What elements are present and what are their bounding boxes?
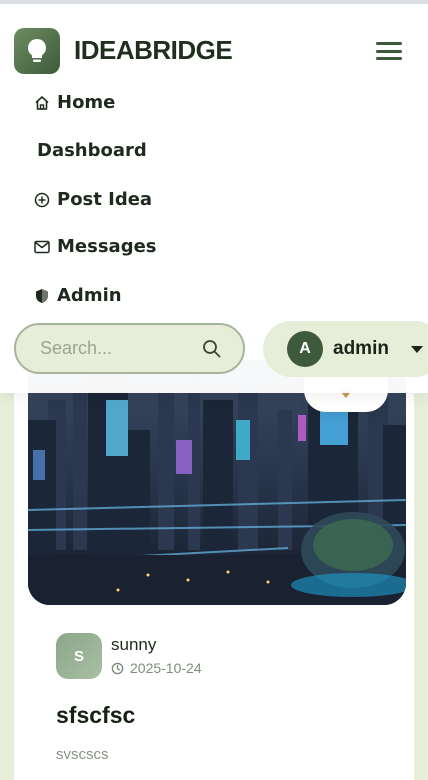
brand-logo[interactable] [14, 28, 60, 74]
brand-name[interactable]: IDEABRIDGE [74, 35, 233, 66]
hamburger-menu-icon[interactable] [376, 40, 402, 62]
post-date: 2025-10-24 [111, 660, 202, 676]
post-title[interactable]: sfscfsc [56, 702, 135, 729]
envelope-icon [33, 238, 51, 256]
nav-item-dashboard[interactable]: Dashboard [37, 140, 147, 161]
shield-icon [33, 287, 51, 305]
nav-item-post-idea[interactable]: Post Idea [33, 189, 152, 210]
post-date-text: 2025-10-24 [130, 660, 202, 676]
user-name: admin [333, 338, 389, 359]
search-input[interactable] [40, 338, 190, 359]
nav-item-label: Post Idea [57, 189, 153, 210]
home-icon [33, 94, 51, 112]
caret-down-icon [410, 345, 423, 353]
lightbulb-icon [28, 39, 46, 62]
post-description: svscscs [56, 746, 109, 763]
author-avatar: S [56, 633, 102, 679]
search-icon[interactable] [202, 339, 221, 358]
author-name[interactable]: sunny [111, 635, 156, 655]
user-menu-button[interactable]: A admin [263, 321, 428, 377]
nav-item-label: Messages [57, 236, 157, 257]
nav-item-admin[interactable]: Admin [33, 285, 122, 306]
search-box[interactable] [14, 323, 245, 374]
nav-item-messages[interactable]: Messages [33, 236, 157, 257]
nav-item-label: Home [57, 92, 116, 113]
nav-item-label: Admin [57, 285, 122, 306]
avatar: A [287, 331, 323, 367]
nav-item-label: Dashboard [37, 140, 147, 161]
nav-item-home[interactable]: Home [33, 92, 115, 113]
top-edge [0, 0, 428, 4]
clock-icon [111, 662, 124, 674]
plus-circle-icon [33, 191, 51, 209]
